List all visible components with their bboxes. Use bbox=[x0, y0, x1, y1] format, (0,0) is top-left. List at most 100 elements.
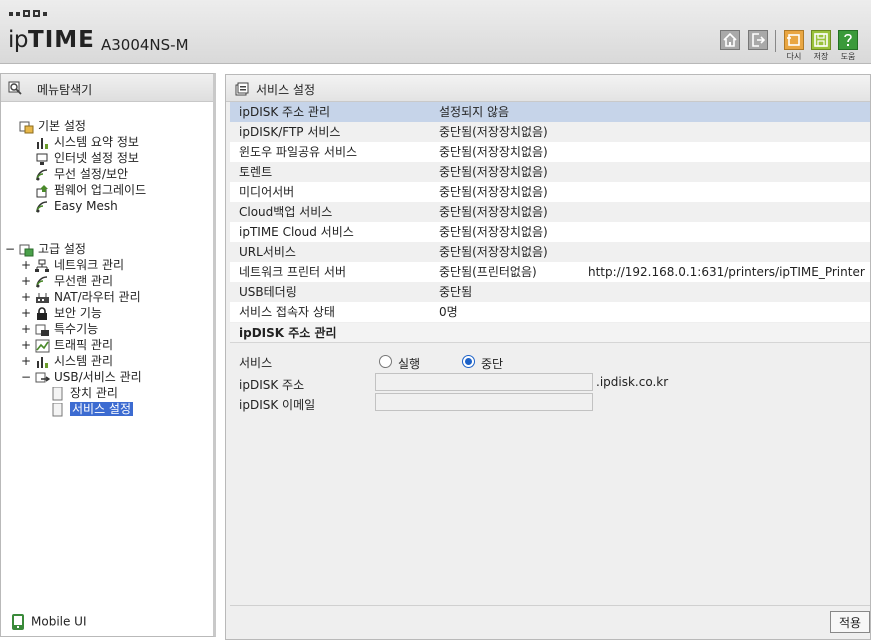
tree-item-network[interactable]: + 네트워크 관리 bbox=[21, 258, 125, 273]
service-row[interactable]: USB테더링 중단됨 bbox=[230, 282, 870, 302]
save-button[interactable] bbox=[811, 30, 831, 50]
service-status: 중단됨(저장장치없음) bbox=[439, 125, 548, 139]
tree-item-device[interactable]: 장치 관리 bbox=[51, 386, 118, 401]
tree-item-special[interactable]: + 특수기능 bbox=[21, 322, 99, 337]
lock-icon bbox=[37, 306, 47, 320]
menu-explorer-panel: 메뉴탐색기 기본 설정 시스템 요약 정보 인터넷 설정 정보 무선 설정/보안… bbox=[0, 73, 216, 637]
help-caption: 도움 bbox=[840, 52, 856, 61]
save-icon bbox=[814, 33, 828, 47]
service-row[interactable]: 토렌트 중단됨(저장장치없음) bbox=[230, 162, 870, 182]
service-row[interactable]: ipDISK 주소 관리 설정되지 않음 bbox=[230, 102, 870, 122]
tree-item-label: 장치 관리 bbox=[70, 386, 118, 400]
tree-item-internet-info[interactable]: 인터넷 설정 정보 bbox=[35, 151, 139, 166]
tree-item-nat[interactable]: + NAT/라우터 관리 bbox=[21, 290, 141, 305]
service-status: 설정되지 않음 bbox=[439, 105, 510, 119]
page-title: 서비스 설정 bbox=[256, 83, 316, 97]
service-name: ipTIME Cloud 서비스 bbox=[239, 225, 354, 239]
service-row[interactable]: 윈도우 파일공유 서비스 중단됨(저장장치없음) bbox=[230, 142, 870, 162]
logo-ip: ip bbox=[8, 27, 29, 53]
page-icon bbox=[52, 402, 63, 416]
logo-time: TIME bbox=[28, 27, 95, 53]
header-separator bbox=[775, 30, 776, 52]
printer-url[interactable]: http://192.168.0.1:631/printers/ipTIME_P… bbox=[588, 262, 865, 282]
tree-item-easy-mesh[interactable]: Easy Mesh bbox=[35, 199, 118, 214]
settings-window-icon bbox=[235, 82, 249, 96]
apply-button[interactable]: 적용 bbox=[830, 611, 870, 633]
tree-item-service-settings[interactable]: 서비스 설정 bbox=[51, 402, 134, 417]
tree-item-label: 네트워크 관리 bbox=[54, 258, 125, 272]
service-name: 네트워크 프린터 서버 bbox=[239, 265, 346, 279]
service-row[interactable]: URL서비스 중단됨(저장장치없음) bbox=[230, 242, 870, 262]
logout-button[interactable] bbox=[748, 30, 768, 50]
service-row[interactable]: ipTIME Cloud 서비스 중단됨(저장장치없음) bbox=[230, 222, 870, 242]
tree-basic-label: 기본 설정 bbox=[38, 119, 86, 133]
expand-icon[interactable]: + bbox=[21, 354, 31, 369]
model-name: A3004NS-M bbox=[101, 36, 189, 54]
mobile-icon bbox=[12, 614, 24, 630]
service-name: 미디어서버 bbox=[239, 185, 295, 199]
service-row[interactable]: 미디어서버 중단됨(저장장치없음) bbox=[230, 182, 870, 202]
traffic-icon bbox=[35, 339, 50, 352]
mobile-ui-label: Mobile UI bbox=[31, 614, 87, 629]
reload-caption: 다시 bbox=[786, 52, 802, 61]
tree-item-label: 보안 기능 bbox=[54, 306, 102, 320]
tree-item-label: 특수기능 bbox=[54, 322, 99, 336]
page-icon bbox=[52, 386, 63, 400]
logo: ipTIME bbox=[8, 27, 95, 53]
expand-icon[interactable]: + bbox=[21, 274, 31, 289]
tree-item-system-summary[interactable]: 시스템 요약 정보 bbox=[35, 135, 139, 150]
router-icon bbox=[36, 292, 49, 303]
tree-item-label: 무선 설정/보안 bbox=[54, 167, 129, 181]
ipdisk-address-input[interactable] bbox=[375, 373, 593, 391]
help-button[interactable] bbox=[838, 30, 858, 50]
service-row[interactable]: 네트워크 프린터 서버 중단됨(프린터없음) http://192.168.0.… bbox=[230, 262, 870, 282]
tree-item-label: NAT/라우터 관리 bbox=[54, 290, 141, 304]
chart-icon bbox=[37, 356, 48, 368]
service-status: 중단됨(저장장치없음) bbox=[439, 185, 548, 199]
service-row[interactable]: Cloud백업 서비스 중단됨(저장장치없음) bbox=[230, 202, 870, 222]
tree-item-usb-service[interactable]: − USB/서비스 관리 bbox=[21, 370, 142, 385]
tree-item-label: 시스템 관리 bbox=[54, 354, 114, 368]
wifi-icon bbox=[36, 275, 48, 287]
service-name: 토렌트 bbox=[239, 165, 273, 179]
service-status: 중단됨(저장장치없음) bbox=[439, 225, 548, 239]
home-button[interactable] bbox=[720, 30, 740, 50]
service-name: ipDISK 주소 관리 bbox=[239, 105, 331, 119]
collapse-icon[interactable]: − bbox=[21, 370, 31, 385]
tree-item-wlan[interactable]: + 무선랜 관리 bbox=[21, 274, 113, 289]
chart-icon bbox=[37, 137, 48, 149]
tree-item-security[interactable]: + 보안 기능 bbox=[21, 306, 102, 321]
tree-advanced-settings[interactable]: − 고급 설정 bbox=[5, 242, 86, 257]
run-radio[interactable] bbox=[379, 355, 392, 368]
tree-item-wireless-security[interactable]: 무선 설정/보안 bbox=[35, 167, 128, 182]
expand-icon[interactable]: + bbox=[21, 306, 31, 321]
tree-basic-settings[interactable]: 기본 설정 bbox=[19, 119, 86, 134]
service-status: 중단됨(저장장치없음) bbox=[439, 165, 548, 179]
ipdisk-address-label: ipDISK 주소 bbox=[239, 378, 305, 392]
expand-icon[interactable]: + bbox=[21, 338, 31, 353]
logout-icon bbox=[752, 33, 766, 47]
ipdisk-section-title: ipDISK 주소 관리 bbox=[230, 323, 870, 343]
service-name: Cloud백업 서비스 bbox=[239, 205, 333, 219]
run-radio-label[interactable]: 실행 bbox=[398, 355, 420, 372]
stop-radio[interactable] bbox=[462, 355, 475, 368]
mobile-ui-link[interactable]: Mobile UI bbox=[11, 614, 87, 630]
tree-item-system[interactable]: + 시스템 관리 bbox=[21, 354, 114, 369]
stop-radio-label[interactable]: 중단 bbox=[481, 355, 503, 372]
expand-icon[interactable]: + bbox=[21, 322, 31, 337]
folder-basic-icon bbox=[19, 121, 34, 133]
service-name: ipDISK/FTP 서비스 bbox=[239, 125, 341, 139]
service-status: 중단됨(저장장치없음) bbox=[439, 245, 548, 259]
tree-item-traffic[interactable]: + 트래픽 관리 bbox=[21, 338, 113, 353]
ipdisk-email-input[interactable] bbox=[375, 393, 593, 411]
top-header: ipTIME A3004NS-M 다시 저장 도움 bbox=[0, 0, 871, 64]
service-name: URL서비스 bbox=[239, 245, 296, 259]
reload-button[interactable] bbox=[784, 30, 804, 50]
tree-item-firmware[interactable]: 펌웨어 업그레이드 bbox=[35, 183, 146, 198]
help-icon bbox=[844, 33, 852, 46]
service-row[interactable]: 서비스 접속자 상태 0명 bbox=[230, 302, 870, 322]
expand-icon[interactable]: + bbox=[21, 258, 31, 273]
service-row[interactable]: ipDISK/FTP 서비스 중단됨(저장장치없음) bbox=[230, 122, 870, 142]
expand-icon[interactable]: + bbox=[21, 290, 31, 305]
collapse-icon[interactable]: − bbox=[5, 242, 15, 257]
